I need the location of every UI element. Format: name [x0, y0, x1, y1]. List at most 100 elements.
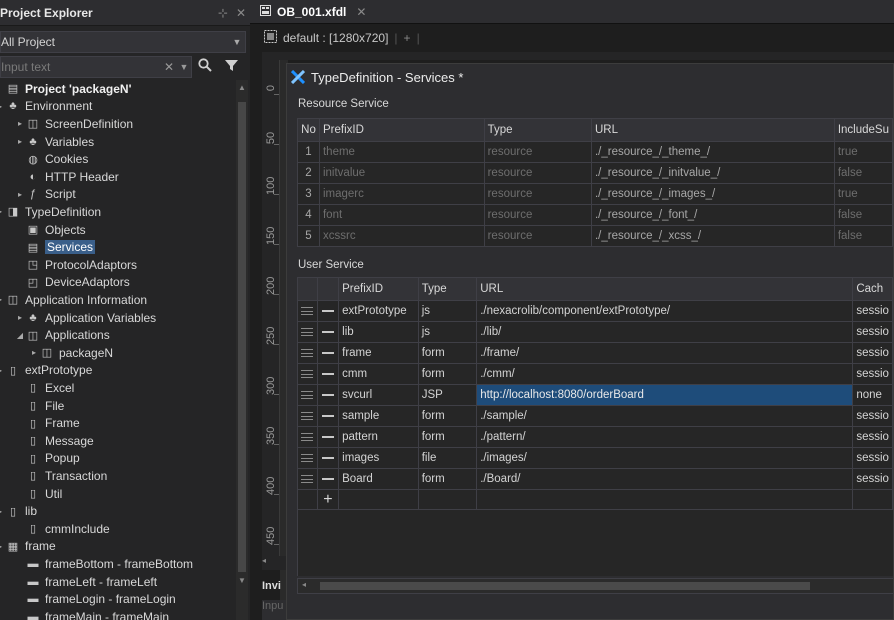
- table-row[interactable]: sample form ./sample/sessio: [297, 405, 893, 427]
- remove-row-button[interactable]: [316, 405, 340, 427]
- search-input[interactable]: Input text ✕ ▼: [0, 56, 192, 78]
- tree-item[interactable]: ▸◫Application Information: [0, 291, 147, 309]
- scroll-up-icon[interactable]: ▲: [238, 83, 246, 92]
- cell-url[interactable]: http://localhost:8080/orderBoard: [476, 384, 854, 406]
- drag-handle-icon[interactable]: [297, 405, 318, 427]
- tree-item[interactable]: ▸◨TypeDefinition: [0, 203, 101, 221]
- cell-url[interactable]: ./sample/: [476, 405, 854, 427]
- column-header[interactable]: PrefixID: [338, 277, 419, 301]
- scrollbar-thumb[interactable]: [238, 102, 246, 572]
- tree-item[interactable]: ▯ Transaction: [14, 467, 107, 485]
- table-row[interactable]: 2 initvalue resource ./_resource_/_initvalu…: [297, 162, 893, 184]
- form-size-label[interactable]: default : [1280x720]: [283, 31, 388, 45]
- cell-prefix[interactable]: images: [338, 447, 419, 469]
- table-row[interactable]: 5 xcssrc resource ./_resource_/_xcss_/false: [297, 225, 893, 247]
- cell-cache[interactable]: sessio: [852, 426, 893, 448]
- table-row[interactable]: 1 theme resource ./_resource_/_theme_/true: [297, 141, 893, 163]
- invisible-objects-tab[interactable]: Invi: [262, 580, 288, 598]
- tree-item[interactable]: ▸▦frame: [0, 538, 56, 556]
- tab-ob001[interactable]: OB_001.xfdl ✕: [260, 0, 366, 24]
- drag-handle-icon[interactable]: [297, 321, 318, 343]
- tree-scrollbar[interactable]: ▲ ▼: [236, 80, 248, 620]
- drag-handle-icon[interactable]: [297, 300, 318, 322]
- project-scope-select[interactable]: All Project ▼: [0, 31, 246, 53]
- expand-toggle-icon[interactable]: ◢: [14, 331, 26, 340]
- remove-row-button[interactable]: [316, 300, 340, 322]
- tree-item[interactable]: ▣ Objects: [14, 221, 86, 239]
- tree-item[interactable]: ▯ Message: [14, 432, 94, 450]
- expand-toggle-icon[interactable]: ▸: [28, 348, 40, 357]
- tree-item[interactable]: ◢ ◫ Applications: [14, 326, 110, 344]
- column-header[interactable]: [297, 277, 318, 301]
- tree-item[interactable]: ▸ ◫ ScreenDefinition: [14, 115, 133, 133]
- tree-item[interactable]: ▸ ♣ Variables: [14, 133, 94, 151]
- expand-toggle-icon[interactable]: ▸: [14, 313, 26, 322]
- cell-cache[interactable]: sessio: [852, 342, 893, 364]
- tree-item[interactable]: ▯ Excel: [14, 379, 74, 397]
- filter-icon[interactable]: [218, 59, 244, 76]
- cell-prefix[interactable]: cmm: [338, 363, 419, 385]
- tree-item[interactable]: ▬ frameLeft - frameLeft: [14, 573, 158, 591]
- cell-prefix[interactable]: lib: [338, 321, 419, 343]
- tree-item[interactable]: ▬ frameBottom - frameBottom: [14, 555, 194, 573]
- editor-hscroll[interactable]: ◂: [262, 556, 286, 570]
- column-header[interactable]: URL: [476, 277, 854, 301]
- cell-prefix[interactable]: pattern: [338, 426, 419, 448]
- cell-prefix[interactable]: Board: [338, 468, 419, 490]
- tree-item[interactable]: ▸ ♣ Application Variables: [14, 309, 156, 327]
- drag-handle-icon[interactable]: [297, 468, 318, 490]
- cell-url[interactable]: ./Board/: [476, 468, 854, 490]
- cell-url[interactable]: ./frame/: [476, 342, 854, 364]
- scrollbar-thumb[interactable]: [320, 582, 810, 590]
- scroll-left-icon[interactable]: ◂: [302, 580, 306, 589]
- column-header[interactable]: Type: [483, 118, 592, 142]
- cell-url[interactable]: ./lib/: [476, 321, 854, 343]
- column-header[interactable]: URL: [590, 118, 835, 142]
- tree-item[interactable]: ◳ ProtocolAdaptors: [14, 256, 137, 274]
- cell-prefix[interactable]: frame: [338, 342, 419, 364]
- drag-handle-icon[interactable]: [297, 426, 318, 448]
- clear-icon[interactable]: ✕: [161, 60, 177, 74]
- table-row[interactable]: 4 font resource ./_resource_/_font_/false: [297, 204, 893, 226]
- tree-item[interactable]: ◍ Cookies: [14, 150, 88, 168]
- column-header[interactable]: Type: [417, 277, 478, 301]
- cell-cache[interactable]: sessio: [852, 447, 893, 469]
- grid-hscrollbar[interactable]: ◂: [297, 578, 893, 594]
- remove-row-button[interactable]: [316, 342, 340, 364]
- table-row[interactable]: svcurl JSP http://localhost:8080/orderBoar…: [297, 384, 893, 406]
- tree-item[interactable]: ▤ Project 'packageN': [0, 80, 132, 98]
- tree-item[interactable]: ▸ ƒ Script: [14, 186, 76, 204]
- table-row[interactable]: pattern form ./pattern/sessio: [297, 426, 893, 448]
- table-row[interactable]: Board form ./Board/sessio: [297, 468, 893, 490]
- tree-item[interactable]: ▤ Services: [14, 238, 96, 256]
- drag-handle-icon[interactable]: [297, 342, 318, 364]
- cell-prefix[interactable]: sample: [338, 405, 419, 427]
- cell-url[interactable]: ./cmm/: [476, 363, 854, 385]
- column-header[interactable]: [316, 277, 340, 301]
- tree-item[interactable]: ▬ frameMain - frameMain: [14, 608, 170, 620]
- cell-type[interactable]: JSP: [417, 384, 478, 406]
- table-row[interactable]: cmm form ./cmm/sessio: [297, 363, 893, 385]
- tree-item[interactable]: ◐ HTTP Header: [14, 168, 119, 186]
- column-header[interactable]: No: [297, 118, 320, 142]
- tree-item[interactable]: ▸▯extPrototype: [0, 362, 92, 380]
- tree-item[interactable]: ▸♣Environment: [0, 98, 92, 116]
- table-row[interactable]: frame form ./frame/sessio: [297, 342, 893, 364]
- scroll-left-icon[interactable]: ◂: [262, 556, 266, 565]
- add-row-button[interactable]: +: [316, 489, 340, 510]
- cell-url[interactable]: ./nexacrolib/component/extPrototype/: [476, 300, 854, 322]
- tree-item[interactable]: ◰ DeviceAdaptors: [14, 274, 130, 292]
- cell-cache[interactable]: sessio: [852, 321, 893, 343]
- tree-item[interactable]: ▯ Popup: [14, 450, 80, 468]
- scroll-down-icon[interactable]: ▼: [238, 576, 246, 585]
- invisible-search-input[interactable]: Inpu: [262, 600, 286, 620]
- cell-type[interactable]: form: [417, 405, 478, 427]
- chevron-down-icon[interactable]: ▼: [177, 62, 191, 72]
- table-row[interactable]: 3 imagerc resource ./_resource_/_images_/tr…: [297, 183, 893, 205]
- cell-type[interactable]: form: [417, 468, 478, 490]
- cell-type[interactable]: form: [417, 426, 478, 448]
- cell-type[interactable]: js: [417, 300, 478, 322]
- tree-item[interactable]: ▬ frameLogin - frameLogin: [14, 590, 176, 608]
- cell-type[interactable]: form: [417, 363, 478, 385]
- drag-handle-icon[interactable]: [297, 363, 318, 385]
